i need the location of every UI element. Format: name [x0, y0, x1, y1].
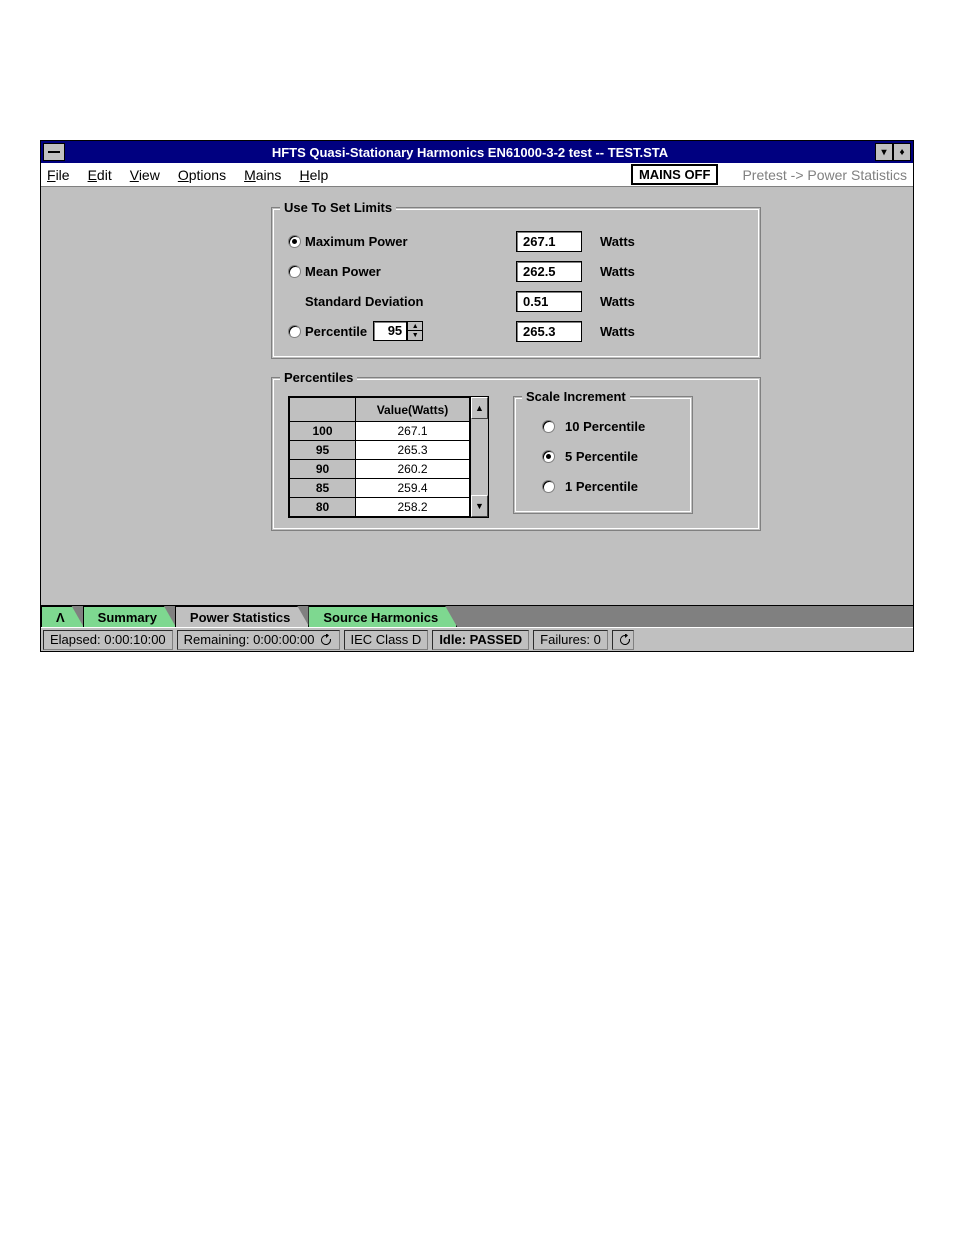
- status-idle: Idle: PASSED: [432, 630, 529, 650]
- stddev-unit: Watts: [600, 294, 635, 309]
- stddev-label: Standard Deviation: [305, 294, 423, 309]
- status-refresh[interactable]: [612, 630, 634, 650]
- menu-file[interactable]: File: [47, 167, 70, 183]
- radio-max-power[interactable]: [288, 235, 301, 248]
- percentile-unit: Watts: [600, 324, 635, 339]
- scroll-up-icon[interactable]: ▲: [471, 397, 488, 419]
- limits-group: Use To Set Limits Maximum Power 267.1 Wa…: [271, 207, 761, 359]
- tab-lambda[interactable]: Λ: [41, 606, 84, 627]
- failures-label: Failures:: [540, 632, 590, 647]
- tabs-bar: Λ Summary Power Statistics Source Harmon…: [41, 605, 913, 627]
- tab-power-statistics[interactable]: Power Statistics: [175, 606, 309, 627]
- system-menu-icon[interactable]: [43, 143, 65, 161]
- radio-scale-1[interactable]: [542, 480, 555, 493]
- scale-10-label: 10 Percentile: [565, 419, 645, 434]
- client-area: Use To Set Limits Maximum Power 267.1 Wa…: [41, 187, 913, 605]
- pct-row-v: 260.2: [356, 460, 470, 479]
- percentiles-table: Value(Watts) 100 267.1 95 265.3 90 260: [288, 396, 489, 518]
- statusbar: Elapsed: 0:00:10:00 Remaining: 0:00:00:0…: [41, 627, 913, 651]
- scale-legend: Scale Increment: [522, 389, 630, 404]
- app-window: HFTS Quasi-Stationary Harmonics EN61000-…: [40, 140, 914, 652]
- menubar: File Edit View Options Mains Help MAINS …: [41, 163, 913, 187]
- window-title: HFTS Quasi-Stationary Harmonics EN61000-…: [67, 145, 873, 160]
- table-row: 85 259.4: [290, 479, 470, 498]
- menu-options[interactable]: Options: [178, 167, 226, 183]
- scale-5-label: 5 Percentile: [565, 449, 638, 464]
- max-power-value[interactable]: 267.1: [516, 231, 582, 252]
- max-power-label: Maximum Power: [305, 234, 408, 249]
- status-iec-class: IEC Class D: [344, 630, 429, 650]
- mean-power-value[interactable]: 262.5: [516, 261, 582, 282]
- table-row: 90 260.2: [290, 460, 470, 479]
- table-scrollbar[interactable]: ▲ ▼: [470, 397, 488, 517]
- menu-view[interactable]: View: [130, 167, 160, 183]
- table-row: 100 267.1: [290, 422, 470, 441]
- percentile-spinner[interactable]: 95 ▲ ▼: [373, 321, 423, 341]
- mains-off-button[interactable]: MAINS OFF: [631, 164, 719, 185]
- scroll-track[interactable]: [471, 419, 488, 495]
- remaining-value: 0:00:00:00: [253, 632, 314, 647]
- tab-summary[interactable]: Summary: [83, 606, 176, 627]
- pct-row-p: 90: [290, 460, 356, 479]
- pct-row-p: 80: [290, 498, 356, 517]
- limits-legend: Use To Set Limits: [280, 200, 396, 215]
- scale-1-label: 1 Percentile: [565, 479, 638, 494]
- titlebar: HFTS Quasi-Stationary Harmonics EN61000-…: [41, 141, 913, 163]
- table-row: 80 258.2: [290, 498, 470, 517]
- scale-increment-group: Scale Increment 10 Percentile 5 Percenti…: [513, 396, 693, 514]
- max-power-unit: Watts: [600, 234, 635, 249]
- pct-row-v: 258.2: [356, 498, 470, 517]
- menu-help[interactable]: Help: [299, 167, 328, 183]
- maximize-button[interactable]: ♦: [893, 143, 911, 161]
- table-row: 95 265.3: [290, 441, 470, 460]
- percentile-label: Percentile: [305, 324, 367, 339]
- percentiles-group: Percentiles Value(Watts) 100 267.1 95: [271, 377, 761, 531]
- percentile-spin-value[interactable]: 95: [373, 321, 407, 341]
- status-remaining: Remaining: 0:00:00:00: [177, 630, 340, 650]
- percentile-value[interactable]: 265.3: [516, 321, 582, 342]
- elapsed-value: 0:00:10:00: [104, 632, 165, 647]
- elapsed-label: Elapsed:: [50, 632, 101, 647]
- radio-percentile[interactable]: [288, 325, 301, 338]
- mean-power-label: Mean Power: [305, 264, 381, 279]
- pct-row-p: 100: [290, 422, 356, 441]
- pct-row-p: 95: [290, 441, 356, 460]
- window-controls: ▾ ♦: [875, 143, 911, 161]
- pct-row-v: 259.4: [356, 479, 470, 498]
- refresh-icon[interactable]: [619, 633, 631, 647]
- radio-scale-5[interactable]: [542, 450, 555, 463]
- pct-row-v: 265.3: [356, 441, 470, 460]
- remaining-label: Remaining:: [184, 632, 250, 647]
- status-elapsed: Elapsed: 0:00:10:00: [43, 630, 173, 650]
- minimize-button[interactable]: ▾: [875, 143, 893, 161]
- scroll-down-icon[interactable]: ▼: [471, 495, 488, 517]
- table-header-value: Value(Watts): [356, 398, 470, 422]
- refresh-icon[interactable]: [319, 633, 333, 647]
- spin-up-icon[interactable]: ▲: [408, 322, 422, 331]
- status-failures: Failures: 0: [533, 630, 608, 650]
- pct-row-v: 267.1: [356, 422, 470, 441]
- percentiles-legend: Percentiles: [280, 370, 357, 385]
- radio-scale-10[interactable]: [542, 420, 555, 433]
- spin-down-icon[interactable]: ▼: [408, 331, 422, 340]
- stddev-value[interactable]: 0.51: [516, 291, 582, 312]
- menu-mains[interactable]: Mains: [244, 167, 281, 183]
- radio-mean-power[interactable]: [288, 265, 301, 278]
- pretest-status-label: Pretest -> Power Statistics: [742, 167, 907, 183]
- failures-value: 0: [594, 632, 601, 647]
- tab-source-harmonics[interactable]: Source Harmonics: [308, 606, 457, 627]
- pct-row-p: 85: [290, 479, 356, 498]
- menu-edit[interactable]: Edit: [88, 167, 112, 183]
- table-corner: [290, 398, 356, 422]
- mean-power-unit: Watts: [600, 264, 635, 279]
